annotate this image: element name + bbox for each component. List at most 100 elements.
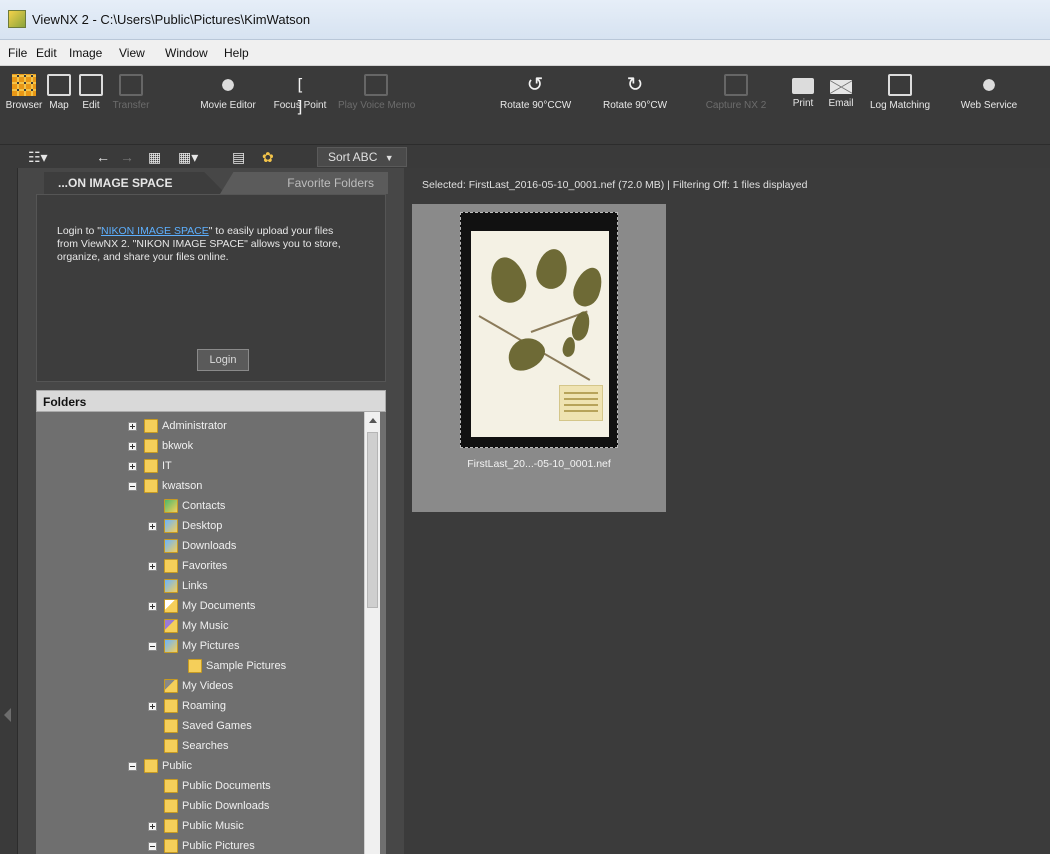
focus-point-button[interactable]: [ ] Focus Point <box>270 74 330 138</box>
log-matching-icon <box>888 74 912 96</box>
folder-tree-item[interactable]: bkwok <box>128 436 348 456</box>
folder-tree-item[interactable]: Sample Pictures <box>172 656 386 676</box>
login-button[interactable]: Login <box>197 349 249 371</box>
email-button[interactable]: Email <box>826 74 856 138</box>
web-service-label: Web Service <box>960 100 1018 111</box>
movie-editor-button[interactable]: Movie Editor <box>200 74 256 138</box>
folder-tree-item[interactable]: Saved Games <box>148 716 368 736</box>
menu-window[interactable]: Window <box>165 46 208 60</box>
folder-tree-item[interactable]: Public Downloads <box>148 796 368 816</box>
thumbnail-image[interactable] <box>460 212 618 448</box>
folder-name: Favorites <box>182 560 228 572</box>
folder-icon <box>164 539 178 553</box>
nis-description: Login to "NIKON IMAGE SPACE" to easily u… <box>57 225 357 264</box>
nis-link[interactable]: NIKON IMAGE SPACE <box>101 225 209 237</box>
rotate-cw-button[interactable]: ↻ Rotate 90°CW <box>600 74 670 138</box>
collapse-icon[interactable] <box>148 842 157 851</box>
folder-icon <box>144 439 158 453</box>
scroll-up-arrow-icon[interactable] <box>369 418 377 423</box>
folder-options-icon[interactable]: ▦▾ <box>178 148 198 166</box>
tab-nikon-image-space[interactable]: ...ON IMAGE SPACE <box>44 172 226 194</box>
expand-icon[interactable] <box>148 822 157 831</box>
folder-name: Links <box>182 580 208 592</box>
envelope-icon <box>830 80 852 94</box>
menu-view[interactable]: View <box>119 46 145 60</box>
sort-button[interactable]: Sort ABC ▼ <box>317 147 407 167</box>
folder-tree-item[interactable]: My Videos <box>148 676 368 696</box>
menu-help[interactable]: Help <box>224 46 249 60</box>
scrollbar-thumb[interactable] <box>367 432 378 608</box>
folder-tree-item[interactable]: Roaming <box>148 696 368 716</box>
collapse-icon[interactable] <box>128 482 137 491</box>
folder-tree-item[interactable]: My Documents <box>148 596 368 616</box>
expand-icon[interactable] <box>128 422 137 431</box>
tab-favorite-folders[interactable]: Favorite Folders <box>220 172 388 194</box>
folder-tree-item[interactable]: Desktop <box>148 516 368 536</box>
collapse-arrow-icon[interactable] <box>4 708 11 722</box>
forward-arrow-icon[interactable]: → <box>120 148 134 166</box>
folder-tree-item[interactable]: My Music <box>148 616 368 636</box>
view-mode-icon[interactable]: ☷▾ <box>28 148 48 166</box>
folder-icon <box>144 759 158 773</box>
folder-tree-item[interactable]: My Pictures <box>148 636 368 656</box>
print-button[interactable]: Print <box>788 74 818 138</box>
expand-icon[interactable] <box>148 522 157 531</box>
chevron-down-icon: ▼ <box>384 153 394 163</box>
settings-folder-icon[interactable]: ✿ <box>262 148 274 166</box>
expand-icon[interactable] <box>128 462 137 471</box>
folder-tree-scrollbar[interactable] <box>364 412 380 854</box>
log-matching-button[interactable]: Log Matching <box>860 74 940 138</box>
menu-edit[interactable]: Edit <box>36 46 57 60</box>
voice-memo-icon <box>364 74 388 96</box>
folder-tree-item[interactable]: Administrator <box>128 416 348 436</box>
folder-tree-item[interactable]: Public Music <box>148 816 368 836</box>
title-bar: ViewNX 2 - C:\Users\Public\Pictures\KimW… <box>0 0 1050 40</box>
panel-tabs: ...ON IMAGE SPACE Favorite Folders <box>36 172 388 194</box>
folder-icon <box>164 779 178 793</box>
map-button[interactable]: Map <box>44 74 74 138</box>
print-label: Print <box>792 98 814 109</box>
collapse-icon[interactable] <box>148 642 157 651</box>
collapse-icon[interactable] <box>128 762 137 771</box>
expand-icon[interactable] <box>128 442 137 451</box>
folder-tree-item[interactable]: Searches <box>148 736 368 756</box>
browser-label: Browser <box>5 100 43 111</box>
transfer-button[interactable]: Transfer <box>108 74 154 138</box>
thumbnail-caption: FirstLast_20...-05-10_0001.nef <box>467 458 611 470</box>
thumbnail-tile[interactable]: FirstLast_20...-05-10_0001.nef <box>412 204 666 512</box>
capture-nx-label: Capture NX 2 <box>705 100 767 111</box>
movie-editor-icon <box>216 74 240 96</box>
capture-nx-icon <box>724 74 748 96</box>
back-arrow-icon[interactable]: ← <box>96 148 110 166</box>
folder-name: My Music <box>182 620 229 632</box>
expand-icon[interactable] <box>148 702 157 711</box>
folder-up-icon[interactable]: ▦ <box>148 148 161 166</box>
folder-icon <box>164 699 178 713</box>
folder-tree-item[interactable]: Contacts <box>148 496 368 516</box>
edit-button[interactable]: Edit <box>76 74 106 138</box>
folder-icon <box>164 559 178 573</box>
expand-icon[interactable] <box>148 562 157 571</box>
folder-tree: Administrator bkwok IT kwatson Contacts Deskt… <box>36 412 386 854</box>
rotate-ccw-button[interactable]: ↺ Rotate 90°CCW <box>500 74 571 138</box>
left-collapse-strip[interactable] <box>0 168 18 854</box>
window-icon[interactable]: ▤ <box>232 148 245 166</box>
folder-icon <box>164 579 178 593</box>
menu-file[interactable]: File <box>8 46 27 60</box>
capture-nx-button[interactable]: Capture NX 2 <box>704 74 768 138</box>
expand-icon[interactable] <box>148 602 157 611</box>
menu-image[interactable]: Image <box>69 46 102 60</box>
folder-name: Contacts <box>182 500 226 512</box>
folder-name: My Videos <box>182 680 234 692</box>
folder-tree-item[interactable]: Public Pictures <box>148 836 368 854</box>
folder-tree-item[interactable]: Public <box>128 756 348 776</box>
web-service-button[interactable]: Web Service <box>954 74 1024 138</box>
folder-tree-item[interactable]: Downloads <box>148 536 368 556</box>
browser-button[interactable]: Browser <box>4 74 44 138</box>
folder-tree-item[interactable]: kwatson <box>128 476 348 496</box>
play-voice-memo-button[interactable]: Play Voice Memo <box>338 74 415 138</box>
folder-tree-item[interactable]: Favorites <box>148 556 368 576</box>
folder-tree-item[interactable]: IT <box>128 456 348 476</box>
folder-tree-item[interactable]: Links <box>148 576 368 596</box>
folder-tree-item[interactable]: Public Documents <box>148 776 368 796</box>
